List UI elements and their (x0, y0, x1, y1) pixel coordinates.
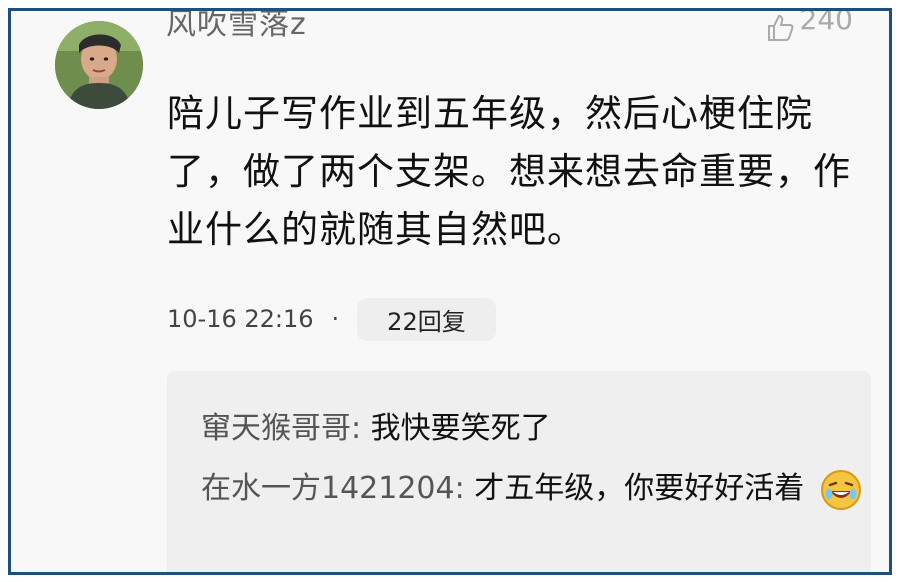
post-timestamp: 10-16 22:16 (167, 305, 314, 333)
thumbs-up-icon[interactable] (766, 14, 794, 42)
laughing-emoji-icon (820, 469, 862, 511)
reply-text: 才五年级，你要好好活着 (474, 471, 805, 506)
reply-count-button[interactable]: 22回复 (357, 297, 496, 341)
post-frame: 风吹雪落z 240 陪儿子写作业到五年级，然后心梗住院了，做了两个支架。想来想去… (8, 8, 892, 575)
like-count: 240 (799, 8, 853, 36)
reply-author[interactable]: 窜天猴哥哥: (201, 411, 361, 446)
reply-preview-box[interactable]: 窜天猴哥哥: 我快要笑死了 在水一方1421204: 才五年级，你要好好活着 (167, 371, 871, 572)
avatar-icon (55, 21, 143, 109)
reply-item[interactable]: 在水一方1421204: 才五年级，你要好好活着 (201, 465, 871, 513)
username[interactable]: 风吹雪落z (166, 11, 307, 43)
avatar[interactable] (55, 21, 143, 109)
like-area[interactable]: 240 (766, 11, 853, 42)
post-meta: 10-16 22:16 · 22回复 (167, 297, 496, 341)
reply-text: 我快要笑死了 (370, 411, 551, 446)
meta-separator: · (331, 305, 340, 333)
post-content: 陪儿子写作业到五年级，然后心梗住院了，做了两个支架。想来想去命重要，作业什么的就… (167, 92, 851, 251)
reply-item[interactable]: 窜天猴哥哥: 我快要笑死了 (201, 405, 871, 453)
reply-author[interactable]: 在水一方1421204: (201, 471, 465, 506)
